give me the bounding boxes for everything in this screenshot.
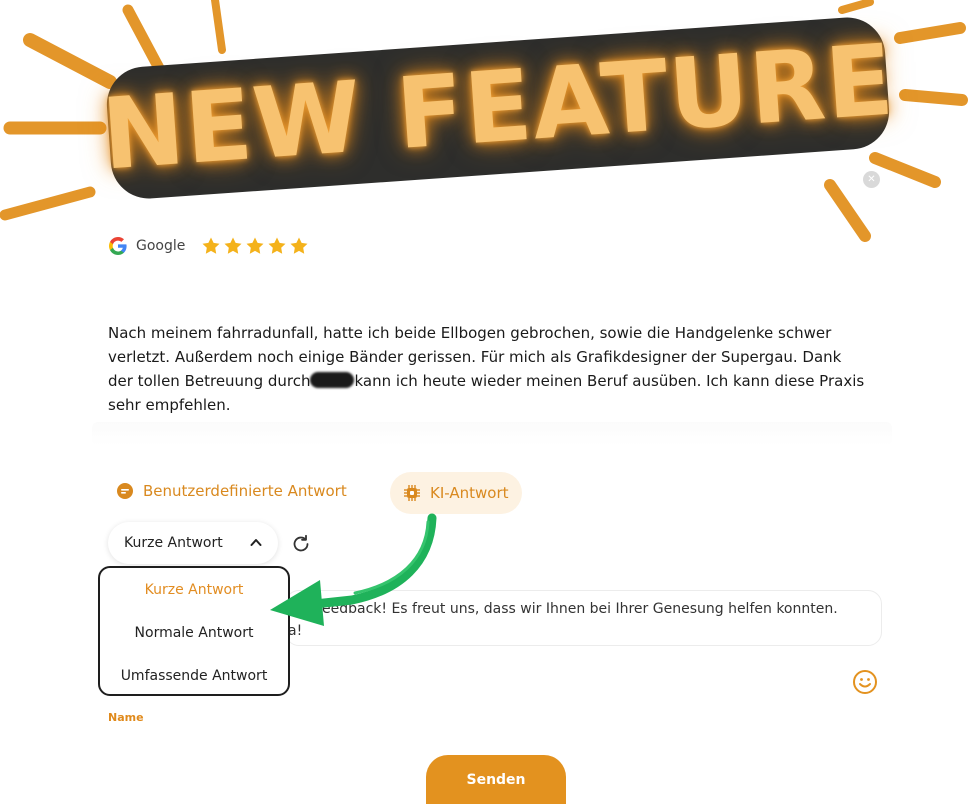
- tab-ai-label: KI-Antwort: [430, 484, 509, 502]
- tab-custom-answer[interactable]: Benutzerdefinierte Antwort: [116, 482, 347, 500]
- ai-chip-icon: [404, 485, 420, 501]
- chat-bubble-icon: [117, 483, 133, 499]
- menu-item-comprehensive[interactable]: Umfassende Antwort: [100, 668, 288, 684]
- review-source: Google: [108, 236, 309, 256]
- star-icon: [290, 237, 308, 254]
- smiley-icon[interactable]: [852, 669, 878, 695]
- name-field-label: Name: [108, 711, 144, 724]
- google-icon: [109, 237, 127, 255]
- answer-length-selected: Kurze Antwort: [124, 535, 223, 551]
- send-button[interactable]: Senden: [426, 755, 566, 804]
- star-icon: [268, 237, 286, 254]
- close-icon[interactable]: ✕: [863, 171, 880, 188]
- tab-custom-label: Benutzerdefinierte Antwort: [143, 482, 347, 500]
- star-icon: [202, 237, 220, 254]
- star-icon: [246, 237, 264, 254]
- annotation-arrow: [270, 513, 437, 626]
- star-icon: [224, 237, 242, 254]
- redacted-name: [310, 372, 355, 388]
- section-divider: [92, 422, 892, 446]
- star-rating: [201, 236, 309, 256]
- answer-length-select[interactable]: Kurze Antwort: [108, 522, 278, 564]
- review-source-label: Google: [136, 238, 186, 254]
- review-text: Nach meinem fahrradunfall, hatte ich bei…: [108, 321, 868, 417]
